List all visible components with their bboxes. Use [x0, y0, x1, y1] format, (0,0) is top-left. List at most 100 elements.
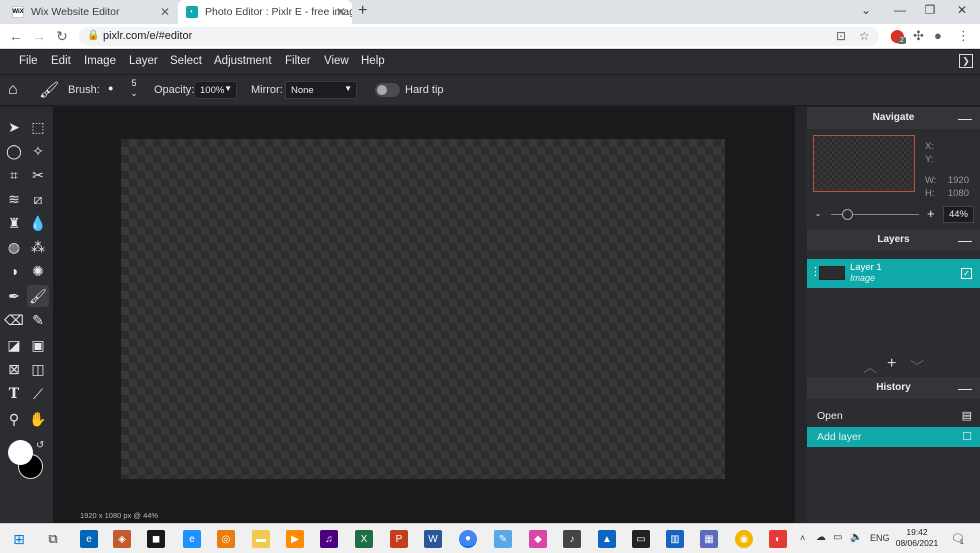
- app-icon[interactable]: ◆: [529, 530, 547, 548]
- liquify-tool-icon[interactable]: ≋: [3, 188, 25, 210]
- swap-colors-icon[interactable]: ↺: [36, 440, 44, 451]
- workspace-scrollbar[interactable]: [795, 107, 807, 523]
- speaker-icon[interactable]: ♪: [563, 530, 581, 548]
- tab-wix[interactable]: WiX Wix Website Editor ✕: [4, 0, 176, 24]
- start-icon[interactable]: ⊞: [10, 530, 28, 548]
- blur-tool-icon[interactable]: 💧: [27, 212, 49, 234]
- tray-chevron-icon[interactable]: ˄: [800, 533, 805, 543]
- ie-icon[interactable]: e: [183, 530, 201, 548]
- app-icon[interactable]: ◼: [147, 530, 165, 548]
- menu-file[interactable]: File: [19, 55, 38, 67]
- menu-select[interactable]: Select: [170, 55, 202, 67]
- pen-tool-icon[interactable]: ✒: [3, 285, 25, 307]
- text-tool-icon[interactable]: T: [3, 383, 25, 405]
- navigator-thumbnail[interactable]: [813, 135, 915, 192]
- menu-adjustment[interactable]: Adjustment: [214, 55, 272, 67]
- collapse-panel-icon[interactable]: ❯: [959, 54, 973, 68]
- zoom-slider-knob[interactable]: [842, 209, 853, 220]
- eyedropper-icon[interactable]: ⟋: [27, 383, 49, 405]
- back-icon[interactable]: ←: [8, 28, 24, 44]
- zoom-in-button[interactable]: +: [927, 206, 935, 221]
- layer-visibility-checkbox[interactable]: ✓: [961, 268, 972, 279]
- excel-icon[interactable]: X: [355, 530, 373, 548]
- headphones-icon[interactable]: ♫: [320, 530, 338, 548]
- app-icon[interactable]: ◐: [769, 530, 787, 548]
- bloat-tool-icon[interactable]: ✺: [27, 260, 49, 282]
- zoom-out-button[interactable]: -: [816, 207, 820, 221]
- forward-icon[interactable]: →: [31, 28, 47, 44]
- move-layer-down-icon[interactable]: ﹀: [910, 357, 924, 377]
- brush-tool-icon[interactable]: 🖌: [27, 285, 49, 307]
- history-item-add-layer[interactable]: Add layer ☐: [807, 427, 980, 447]
- brush-size-stepper[interactable]: 5 ⌄: [130, 78, 138, 98]
- mirror-select[interactable]: None ▼: [285, 81, 357, 99]
- language-indicator[interactable]: ENG: [870, 533, 890, 543]
- collapse-layers-icon[interactable]: —: [958, 229, 972, 251]
- app-icon[interactable]: ▦: [700, 530, 718, 548]
- menu-edit[interactable]: Edit: [51, 55, 71, 67]
- opacity-select[interactable]: 100% ▼: [194, 81, 237, 99]
- install-icon[interactable]: ⊡: [836, 29, 846, 43]
- media-icon[interactable]: ▶: [286, 530, 304, 548]
- puzzle-icon[interactable]: ✣: [913, 28, 924, 44]
- tab-pixlr[interactable]: ◐ Photo Editor : Pixlr E - free image ✕: [178, 0, 352, 24]
- lasso-tool-icon[interactable]: ◯: [3, 140, 25, 162]
- clock[interactable]: 19:42 08/06/2021: [895, 527, 939, 549]
- app-icon[interactable]: ◈: [113, 530, 131, 548]
- clone-stamp-icon[interactable]: ♜: [3, 212, 25, 234]
- add-layer-icon[interactable]: +: [887, 355, 896, 373]
- image-canvas[interactable]: [121, 139, 725, 479]
- lock-icon[interactable]: 🔒: [87, 30, 99, 41]
- collapse-history-icon[interactable]: —: [958, 377, 972, 399]
- profile-icon[interactable]: ●: [934, 28, 942, 43]
- marquee-tool-icon[interactable]: ⬚: [27, 116, 49, 138]
- photos-icon[interactable]: ▲: [598, 530, 616, 548]
- hand-tool-icon[interactable]: ✋: [27, 408, 49, 430]
- heal-tool-icon[interactable]: ⧄: [27, 188, 49, 210]
- network-icon[interactable]: ▭: [833, 532, 842, 543]
- sponge-tool-icon[interactable]: ◍: [3, 236, 25, 258]
- app-icon[interactable]: ▭: [632, 530, 650, 548]
- home-icon[interactable]: ⌂: [8, 81, 18, 99]
- app-icon[interactable]: ◉: [735, 530, 753, 548]
- hard-tip-toggle[interactable]: [375, 83, 400, 97]
- volume-icon[interactable]: 🔈: [850, 532, 862, 543]
- menu-filter[interactable]: Filter: [285, 55, 311, 67]
- menu-help[interactable]: Help: [361, 55, 385, 67]
- reload-icon[interactable]: ↻: [54, 28, 70, 45]
- new-tab-button[interactable]: +: [358, 2, 367, 20]
- cutout-tool-icon[interactable]: ✂: [27, 164, 49, 186]
- app-icon[interactable]: ✎: [494, 530, 512, 548]
- window-close-button[interactable]: ✕: [952, 3, 972, 17]
- menu-layer[interactable]: Layer: [129, 55, 158, 67]
- menu-view[interactable]: View: [324, 55, 349, 67]
- dots-tool-icon[interactable]: ⁂: [27, 236, 49, 258]
- zoom-tool-icon[interactable]: ⚲: [3, 408, 25, 430]
- app-icon[interactable]: ▥: [666, 530, 684, 548]
- star-icon[interactable]: ☆: [859, 29, 870, 43]
- edge-icon[interactable]: e: [80, 530, 98, 548]
- shape-tool-icon[interactable]: ◫: [27, 358, 49, 380]
- zoom-input[interactable]: 44%: [943, 206, 974, 223]
- layer-row[interactable]: ⋮ Layer 1 Image ✓: [807, 259, 980, 288]
- brush-dot-icon[interactable]: ●: [108, 83, 113, 93]
- fill-tool-icon[interactable]: ◪: [3, 334, 25, 356]
- cloud-icon[interactable]: ☁: [816, 532, 826, 543]
- foreground-color-swatch[interactable]: [8, 440, 33, 465]
- minimize-button[interactable]: —: [890, 3, 910, 17]
- restore-button[interactable]: ❐: [920, 3, 940, 17]
- powerpoint-icon[interactable]: P: [390, 530, 408, 548]
- chrome-icon[interactable]: ●: [459, 530, 477, 548]
- frame-tool-icon[interactable]: ⊠: [3, 358, 25, 380]
- dodge-burn-icon[interactable]: ◑: [3, 260, 25, 282]
- menu-image[interactable]: Image: [84, 55, 116, 67]
- url-text[interactable]: pixlr.com/e/#editor: [103, 30, 192, 42]
- word-icon[interactable]: W: [424, 530, 442, 548]
- file-explorer-icon[interactable]: ▬: [252, 530, 270, 548]
- eraser-tool-icon[interactable]: ⌫: [3, 309, 25, 331]
- task-view-icon[interactable]: ⧉: [44, 530, 62, 548]
- tab-search-icon[interactable]: ⌄: [856, 3, 876, 17]
- move-layer-up-icon[interactable]: ︿: [863, 357, 877, 377]
- omnibox[interactable]: 🔒 pixlr.com/e/#editor ⊡ ☆: [79, 27, 879, 46]
- gradient-tool-icon[interactable]: ▣: [27, 334, 49, 356]
